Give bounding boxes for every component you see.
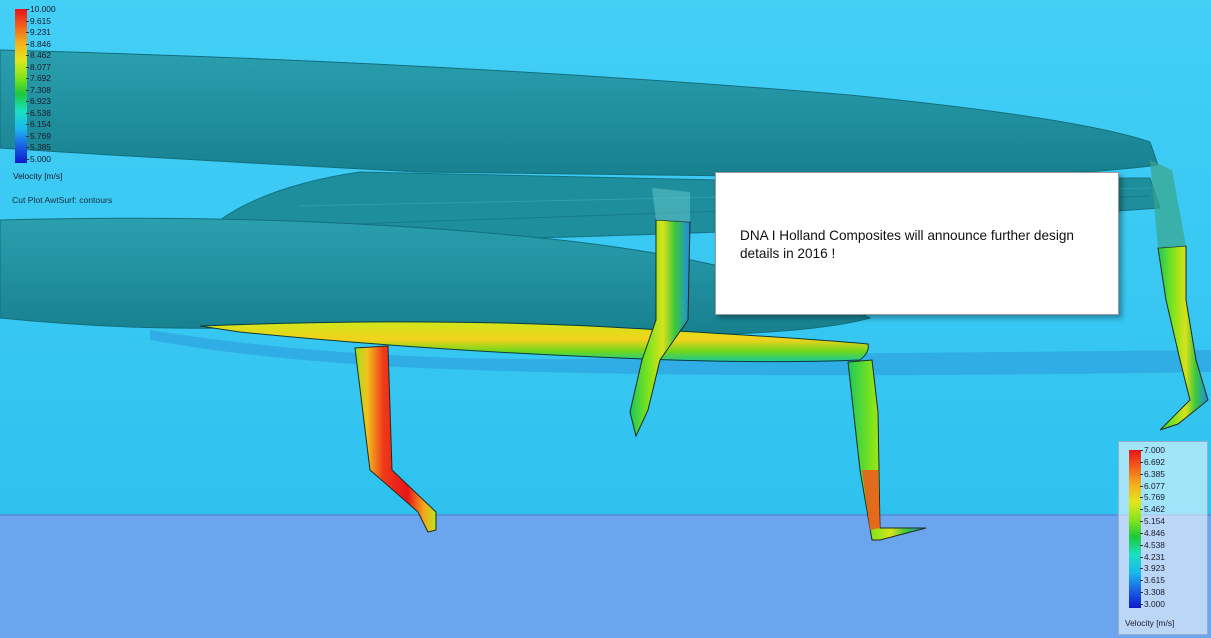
velocity-legend-bottom: 7.000 6.692 6.385 6.077 5.769 5.462 5.154 4.846… [1118, 441, 1208, 635]
legend-tick-label: 5.769 [1140, 492, 1165, 503]
legend-tick-label: 3.923 [1140, 563, 1165, 574]
legend-tick-label: 9.231 [26, 27, 51, 38]
legend-tick-label: 5.769 [26, 130, 51, 141]
legend-tick-label: 3.615 [1140, 575, 1165, 586]
legend-tick-label: 8.077 [26, 61, 51, 72]
legend-tick-label: 4.231 [1140, 551, 1165, 562]
legend-tick-label: 6.692 [1140, 456, 1165, 467]
legend-tick-label: 8.846 [26, 38, 51, 49]
legend-tick-label: 3.308 [1140, 587, 1165, 598]
velocity-legend-top: 10.000 9.615 9.231 8.846 8.462 8.077 7.692 7.30… [5, 4, 85, 184]
legend-tick-label: 10.000 [26, 4, 56, 14]
legend-tick-label: 6.077 [1140, 480, 1165, 491]
announcement-note: DNA I Holland Composites will announce f… [715, 172, 1119, 315]
legend-tick-label: 4.538 [1140, 539, 1165, 550]
legend-unit: Velocity [m/s] [13, 171, 63, 181]
legend-tick-label: 8.462 [26, 50, 51, 61]
legend-unit: Velocity [m/s] [1125, 618, 1175, 628]
legend-tick-label: 6.154 [26, 119, 51, 130]
legend-tick-label: 5.462 [1140, 504, 1165, 515]
legend-tick-label: 6.538 [26, 107, 51, 118]
legend-tick-label: 7.692 [26, 73, 51, 84]
legend-tick-label: 5.000 [26, 154, 51, 164]
legend-tick-label: 9.615 [26, 15, 51, 26]
legend-tick-label: 6.385 [1140, 468, 1165, 479]
legend-tick-label: 5.154 [1140, 516, 1165, 527]
legend-tick-label: 7.308 [26, 84, 51, 95]
cfd-scene [0, 0, 1211, 638]
legend-tick-label: 6.923 [26, 96, 51, 107]
cut-plot-title: Cut Plot AwtSurf: contours [12, 195, 113, 205]
legend-tick-label: 4.846 [1140, 527, 1165, 538]
water-surface [0, 514, 1211, 638]
legend-tick-label: 3.000 [1140, 599, 1165, 609]
legend-tick-label: 7.000 [1140, 445, 1165, 455]
legend-tick-label: 5.385 [26, 142, 51, 153]
